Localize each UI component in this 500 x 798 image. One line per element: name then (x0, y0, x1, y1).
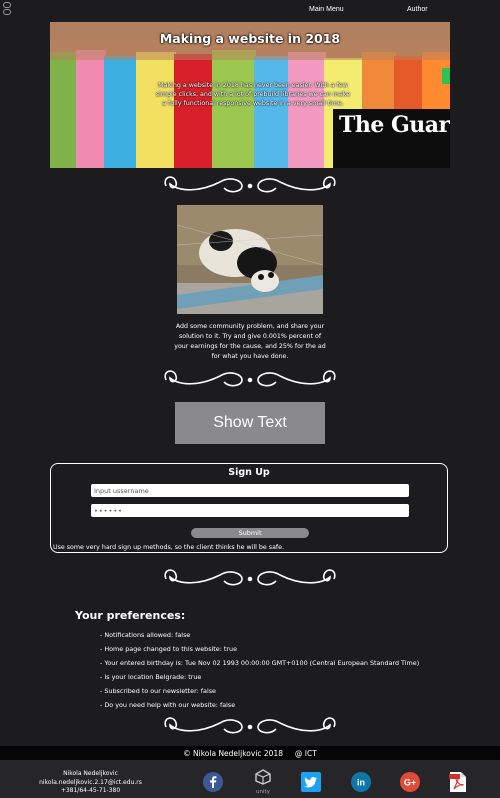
preferences-title: Your preferences: (75, 609, 186, 622)
signup-title: Sign Up (228, 467, 270, 478)
preference-item: - Subscribed to our newsletter: false (100, 687, 216, 695)
lock-icon (3, 9, 11, 15)
twitter-icon[interactable] (301, 772, 321, 792)
contact-name: Nikola Nedeljkovic (63, 770, 118, 777)
hero-banner: Making a website in 2018 Making a websit… (50, 22, 450, 168)
signup-form: Sign Up Input ussername •••••• Submit Us… (50, 463, 448, 553)
show-text-button[interactable]: Show Text (175, 402, 325, 444)
contact-email[interactable]: nikola.nedeljkovic.2.17@ict.edu.rs (38, 779, 143, 788)
google-plus-icon[interactable]: G+ (400, 772, 420, 792)
pdf-icon[interactable] (449, 771, 467, 793)
svg-text:G+: G+ (404, 778, 416, 788)
username-input[interactable]: Input ussername (91, 484, 409, 497)
ornament-divider (164, 569, 336, 586)
corner-icons (3, 2, 13, 16)
linkedin-icon[interactable]: in (351, 772, 371, 792)
preference-item: - Home page changed to this website: tru… (100, 645, 238, 653)
facebook-icon[interactable] (203, 772, 223, 792)
ornament-divider (164, 176, 336, 193)
copyright-text: © Nikola Nedeljkovic 2018 @ ICT (183, 748, 317, 758)
contact-phone: +381/64-45-71-380 (60, 787, 121, 794)
panda-caption: Add some community problem, and share yo… (174, 323, 326, 360)
preference-item: - Notifications allowed: false (100, 631, 191, 639)
submit-button[interactable]: Submit (191, 528, 309, 538)
guardian-logo-text: The Guardian (339, 112, 450, 138)
preference-item: - Your entered birthday is: Tue Nov 02 1… (100, 659, 420, 667)
hero-text: Making a website in 2018 has never been … (155, 82, 351, 107)
copyright-bar: © Nikola Nedeljkovic 2018 @ ICT (0, 746, 500, 760)
svg-text:in: in (357, 778, 365, 788)
contact-info: Nikola Nedeljkovic nikola.nedeljkovic.2.… (38, 770, 143, 796)
preferences-list: - Notifications allowed: false - Home pa… (100, 628, 419, 712)
panda-image (177, 205, 323, 314)
password-input[interactable]: •••••• (91, 504, 409, 517)
hero-title: Making a website in 2018 (159, 31, 341, 46)
ornament-divider (164, 370, 336, 387)
ornament-divider (164, 717, 336, 734)
nav-main-menu[interactable]: Main Menu (309, 6, 344, 13)
signup-note: Use some very hard sign up methods, so t… (53, 544, 285, 551)
preference-item: - Do you need help with our website: fal… (100, 701, 236, 709)
unity-icon[interactable]: unity (252, 769, 274, 795)
preference-item: - Is your location Belgrade: true (100, 673, 202, 681)
unity-label: unity (256, 789, 270, 795)
guardian-logo: The Guardian (333, 109, 450, 168)
footer: Nikola Nedeljkovic nikola.nedeljkovic.2.… (0, 760, 500, 798)
nav-author[interactable]: Author (407, 6, 428, 13)
lock-icon (3, 2, 11, 8)
